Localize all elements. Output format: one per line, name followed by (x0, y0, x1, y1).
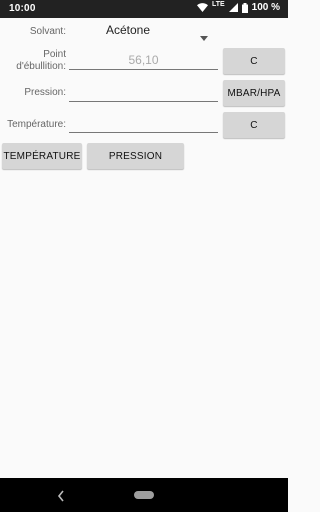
home-icon[interactable] (134, 491, 154, 499)
temperature-unit-button[interactable]: C (223, 112, 285, 138)
status-bar: 10:00 LTE 100 % (0, 0, 288, 18)
signal-icon (228, 3, 238, 12)
network-type: LTE (211, 1, 225, 8)
calc-pressure-button[interactable]: PRESSION (87, 143, 184, 169)
boiling-point-field[interactable]: 56,10 (69, 51, 218, 70)
pressure-unit-button[interactable]: MBAR/HPA (223, 80, 285, 106)
boiling-point-label: Point d'ébullition: (4, 49, 66, 73)
status-icons: LTE 100 % (196, 1, 280, 13)
boiling-point-label-line1: Point (43, 49, 66, 60)
pressure-label: Pression: (24, 87, 66, 98)
temperature-label: Température: (7, 119, 66, 130)
solvent-label: Solvant: (29, 26, 66, 37)
wifi-icon (196, 3, 208, 12)
boiling-unit-button[interactable]: C (223, 48, 285, 74)
boiling-point-label-line2: d'ébullition: (16, 61, 66, 72)
battery-icon (241, 2, 248, 13)
solvent-value: Acétone (106, 23, 151, 37)
calc-temperature-button[interactable]: TEMPÉRATURE (2, 143, 82, 169)
temperature-field[interactable] (69, 114, 218, 133)
dropdown-arrow-icon[interactable] (200, 28, 208, 46)
back-icon[interactable] (57, 489, 65, 507)
battery-level: 100 % (251, 2, 280, 13)
navigation-bar (0, 478, 288, 512)
status-time: 10:00 (9, 3, 36, 14)
pressure-field[interactable] (69, 83, 218, 102)
